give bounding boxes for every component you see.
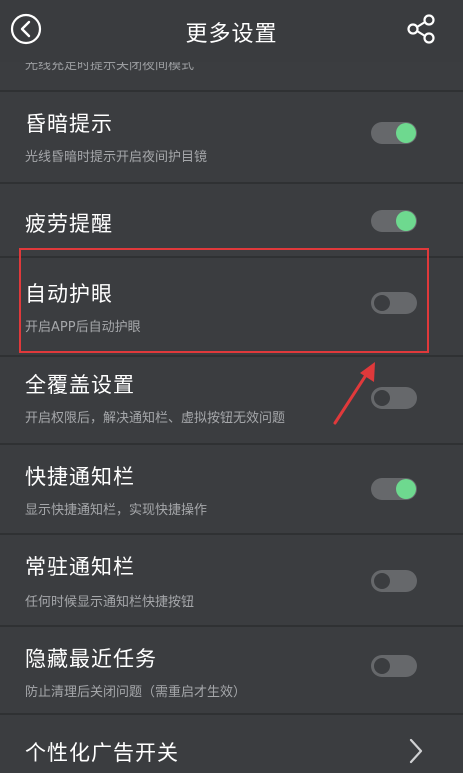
auto-eye-care-toggle[interactable] <box>371 292 417 314</box>
setting-row-dim-prompt[interactable]: 昏暗提示 光线昏暗时提示开启夜间护目镜 <box>0 92 463 182</box>
setting-row-fatigue-reminder[interactable]: 疲劳提醒 <box>0 184 463 256</box>
setting-subtitle: 开启权限后，解决通知栏、虚拟按钮无效问题 <box>25 411 286 426</box>
setting-subtitle: 开启APP后自动护眼 <box>25 320 141 335</box>
setting-subtitle: 光线昏暗时提示开启夜间护目镜 <box>25 150 208 165</box>
setting-label: 疲劳提醒 <box>25 212 113 236</box>
toggle-knob <box>372 388 392 408</box>
setting-row-auto-eye-care[interactable]: 自动护眼 开启APP后自动护眼 <box>0 258 463 348</box>
page-title: 更多设置 <box>185 22 278 47</box>
setting-subtitle: 防止清理后关闭问题（需重启才生效） <box>25 685 247 700</box>
full-coverage-toggle[interactable] <box>371 387 417 409</box>
toggle-knob <box>396 479 416 499</box>
setting-label: 常驻通知栏 <box>25 555 135 579</box>
setting-row-quick-notification[interactable]: 快捷通知栏 显示快捷通知栏，实现快捷操作 <box>0 445 463 533</box>
hide-recent-tasks-toggle[interactable] <box>371 655 417 677</box>
toggle-knob <box>372 571 392 591</box>
resident-notification-toggle[interactable] <box>371 570 417 592</box>
setting-subtitle: 显示快捷通知栏，实现快捷操作 <box>25 503 208 518</box>
toggle-knob <box>396 123 416 143</box>
setting-row-personalized-ads[interactable]: 个性化广告开关 <box>0 715 463 773</box>
partial-setting-row: 光线充足时提示关闭夜间模式 <box>0 62 463 90</box>
setting-label: 昏暗提示 <box>25 112 113 136</box>
header-bar: 更多设置 <box>0 0 463 62</box>
toggle-knob <box>372 293 392 313</box>
setting-row-full-coverage[interactable]: 全覆盖设置 开启权限后，解决通知栏、虚拟按钮无效问题 <box>0 357 463 443</box>
setting-row-resident-notification[interactable]: 常驻通知栏 任何时候显示通知栏快捷按钮 <box>0 535 463 625</box>
setting-label: 自动护眼 <box>25 282 113 306</box>
setting-row-hide-recent-tasks[interactable]: 隐藏最近任务 防止清理后关闭问题（需重启才生效） <box>0 627 463 713</box>
fatigue-reminder-toggle[interactable] <box>371 210 417 232</box>
share-icon[interactable] <box>404 11 440 47</box>
setting-label: 快捷通知栏 <box>25 465 135 489</box>
toggle-knob <box>372 656 392 676</box>
setting-label: 全覆盖设置 <box>25 373 135 397</box>
chevron-right-icon[interactable] <box>406 737 426 765</box>
quick-notification-toggle[interactable] <box>371 478 417 500</box>
toggle-knob <box>396 211 416 231</box>
dim-prompt-toggle[interactable] <box>371 122 417 144</box>
setting-label: 隐藏最近任务 <box>25 647 157 671</box>
setting-subtitle: 任何时候显示通知栏快捷按钮 <box>25 595 195 610</box>
setting-subtitle: 光线充足时提示关闭夜间模式 <box>25 62 195 73</box>
setting-label: 个性化广告开关 <box>25 741 179 765</box>
